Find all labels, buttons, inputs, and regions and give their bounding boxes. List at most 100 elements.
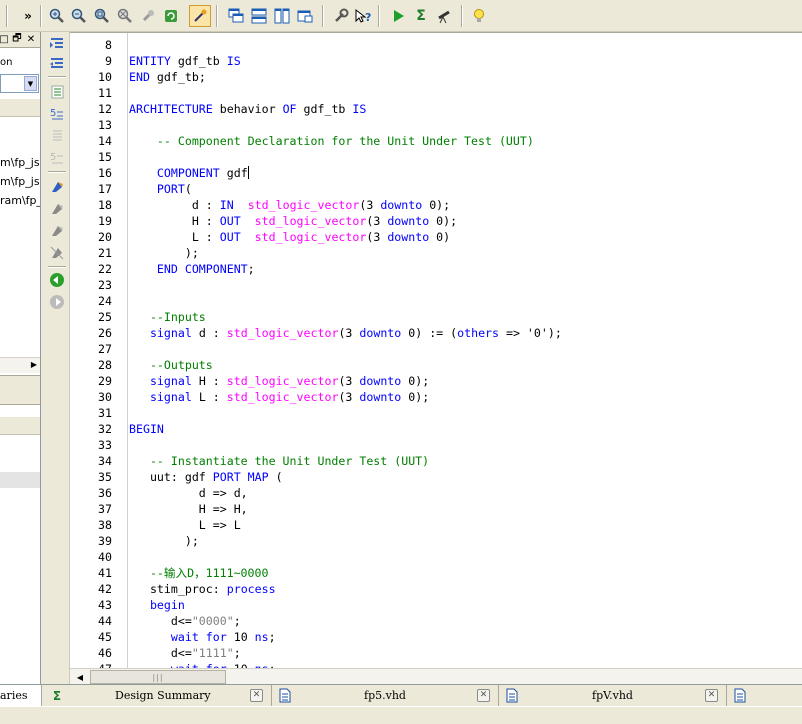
code-line[interactable]: 37 H => H, (70, 501, 802, 517)
keyword-token: downto (359, 326, 402, 340)
tab-fpv-vhd[interactable]: fpV.vhd ✕ (499, 685, 727, 706)
chevron-down-icon[interactable]: ▼ (24, 76, 37, 91)
code-line[interactable]: 34 -- Instantiate the Unit Under Test (U… (70, 453, 802, 469)
bookmark-clear-icon[interactable] (47, 243, 67, 263)
code-line[interactable]: 41 --输入D，1111~0000 (70, 565, 802, 581)
block-uncomment-icon[interactable]: 5 (47, 148, 67, 168)
code-line[interactable]: 30 signal L : std_logic_vector(3 downto … (70, 389, 802, 405)
view-select[interactable]: ▼ (0, 74, 39, 93)
hscroll-thumb[interactable]: ||| (90, 670, 226, 684)
panel-hscroll[interactable]: ▶ (0, 357, 40, 373)
telescope-icon[interactable] (434, 5, 454, 27)
close-tab-button[interactable]: ✕ (250, 689, 263, 702)
zoom-in-icon[interactable] (47, 5, 67, 27)
code-line[interactable]: 46 d<="1111"; (70, 645, 802, 661)
wrench-icon[interactable] (331, 5, 351, 27)
float-icon[interactable]: 🗗 (11, 33, 23, 46)
code-line[interactable]: 31 (70, 405, 802, 421)
tab-next-file[interactable] (727, 685, 802, 706)
code-line[interactable]: 21 ); (70, 245, 802, 261)
code-line[interactable]: 29 signal H : std_logic_vector(3 downto … (70, 373, 802, 389)
code-line[interactable]: 36 d => d, (70, 485, 802, 501)
run-icon[interactable] (388, 5, 408, 27)
tile-vertical-icon[interactable] (272, 5, 292, 27)
editor-hscroll[interactable]: ◀ ||| (70, 668, 802, 684)
close-tab-button[interactable]: ✕ (705, 689, 718, 702)
code-line[interactable]: 16 COMPONENT gdf (70, 165, 802, 181)
close-icon[interactable]: ✕ (25, 33, 37, 46)
tab-libraries[interactable]: aries (0, 685, 42, 706)
code-line[interactable]: 39 ); (70, 533, 802, 549)
code-line[interactable]: 32 BEGIN (70, 421, 802, 437)
hierarchy-item[interactable]: m\fp_js (0, 175, 40, 188)
restore-windows-icon[interactable] (295, 5, 315, 27)
tile-horizontal-icon[interactable] (249, 5, 269, 27)
code-line[interactable]: 12 ARCHITECTURE behavior OF gdf_tb IS (70, 101, 802, 117)
bookmark-prev-icon[interactable] (47, 221, 67, 241)
hierarchy-item[interactable]: m\fp_js (0, 156, 40, 169)
uncomment-lines-icon[interactable]: 5 (47, 104, 67, 124)
code-line[interactable]: 33 (70, 437, 802, 453)
zoom-selection-icon[interactable] (115, 5, 135, 27)
code-line[interactable]: 28 --Outputs (70, 357, 802, 373)
code-line[interactable]: 24 (70, 293, 802, 309)
code-line[interactable]: 17 PORT( (70, 181, 802, 197)
code-line[interactable]: 43 begin (70, 597, 802, 613)
cascade-windows-icon[interactable] (226, 5, 246, 27)
go-forward-icon[interactable] (47, 292, 67, 312)
bookmark-toggle-icon[interactable] (47, 177, 67, 197)
code-editor[interactable]: 8 9 ENTITY gdf_tb IS 10 END gdf_tb; 11 12 ARCHI… (70, 32, 802, 670)
line-number: 15 (98, 150, 112, 164)
tab-design-summary[interactable]: Σ Design Summary ✕ (44, 685, 272, 706)
code-line[interactable]: 11 (70, 85, 802, 101)
code-line[interactable]: 35 uut: gdf PORT MAP ( (70, 469, 802, 485)
lightbulb-icon[interactable] (469, 5, 489, 27)
comment-lines-icon[interactable] (47, 82, 67, 102)
code-line[interactable]: 23 (70, 277, 802, 293)
schematic-tool-icon[interactable] (189, 5, 211, 27)
zoom-full-icon[interactable] (92, 5, 112, 27)
tab-fp5-vhd[interactable]: fp5.vhd ✕ (272, 685, 499, 706)
code-line[interactable]: 44 d<="0000"; (70, 613, 802, 629)
code-token: gdf_tb; (149, 70, 206, 84)
code-line[interactable]: 10 END gdf_tb; (70, 69, 802, 85)
code-line[interactable]: 22 END COMPONENT; (70, 261, 802, 277)
sigma-icon[interactable]: Σ (411, 5, 431, 27)
scroll-left-icon[interactable]: ◀ (74, 671, 86, 683)
hierarchy-item[interactable]: ram\fp_ (0, 194, 40, 207)
scroll-right-icon[interactable]: ▶ (31, 360, 37, 369)
refresh-icon[interactable] (161, 5, 181, 27)
bookmark-next-icon[interactable] (47, 199, 67, 219)
code-line[interactable]: 14 -- Component Declaration for the Unit… (70, 133, 802, 149)
code-line[interactable]: 26 signal d : std_logic_vector(3 downto … (70, 325, 802, 341)
code-line[interactable]: 25 --Inputs (70, 309, 802, 325)
code-line[interactable]: 18 d : IN std_logic_vector(3 downto 0); (70, 197, 802, 213)
code-line[interactable]: 38 L => L (70, 517, 802, 533)
code-line[interactable]: 8 (70, 37, 802, 53)
code-line[interactable]: 20 L : OUT std_logic_vector(3 downto 0) (70, 229, 802, 245)
process-item-selected[interactable] (0, 472, 40, 488)
minimize-icon[interactable]: □ (0, 33, 10, 46)
svg-text:?: ? (365, 11, 371, 24)
code-line[interactable]: 9 ENTITY gdf_tb IS (70, 53, 802, 69)
code-line[interactable]: 27 (70, 341, 802, 357)
unindent-icon[interactable] (47, 54, 67, 74)
close-tab-button[interactable]: ✕ (477, 689, 490, 702)
toolbar-overflow-icon[interactable]: » (18, 5, 38, 27)
zoom-out-icon[interactable] (69, 5, 89, 27)
code-line[interactable]: 13 (70, 117, 802, 133)
zoom-area-icon[interactable] (138, 5, 158, 27)
indent-icon[interactable] (47, 34, 67, 54)
line-content: END gdf_tb; (129, 69, 206, 85)
context-help-icon[interactable]: ? (353, 5, 373, 27)
line-number: 35 (98, 470, 112, 484)
code-line[interactable]: 42 stim_proc: process (70, 581, 802, 597)
code-line[interactable]: 19 H : OUT std_logic_vector(3 downto 0); (70, 213, 802, 229)
code-line[interactable]: 40 (70, 549, 802, 565)
code-line[interactable]: 15 (70, 149, 802, 165)
panel-divider[interactable] (0, 375, 40, 405)
toolbar-separator (48, 266, 66, 268)
block-comment-icon[interactable] (47, 126, 67, 146)
code-line[interactable]: 45 wait for 10 ns; (70, 629, 802, 645)
go-back-icon[interactable] (47, 270, 67, 290)
